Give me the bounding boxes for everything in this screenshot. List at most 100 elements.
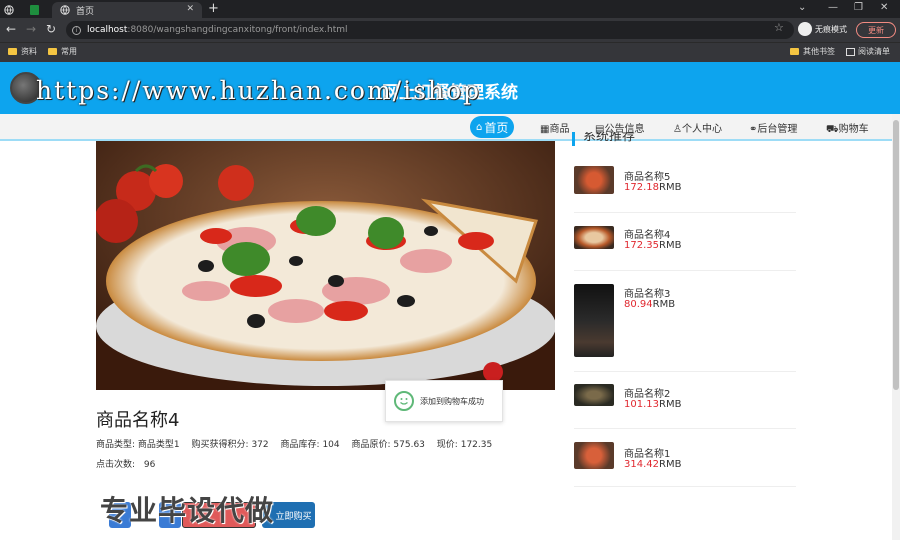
reading-list-icon: [846, 47, 855, 56]
profile-label: 无痕模式: [815, 24, 847, 34]
nav-label: 购物车: [838, 124, 869, 135]
product-image: [96, 141, 555, 390]
update-button[interactable]: 更新: [856, 22, 896, 38]
quantity-minus-button[interactable]: [109, 502, 131, 528]
browser-toolbar: ← → ↻ i localhost :8080/wangshangdingcan…: [0, 18, 900, 42]
meta-value: 172.35: [460, 440, 493, 450]
price-unit: RMB: [659, 459, 682, 470]
minimize-icon[interactable]: —: [828, 2, 838, 13]
site-header: 网上订餐管理系统: [0, 62, 900, 114]
nav-profile[interactable]: ♙个人中心: [673, 120, 722, 135]
url-host: localhost: [87, 25, 128, 35]
forward-icon[interactable]: →: [26, 23, 36, 35]
rec-name[interactable]: 商品名称2: [624, 385, 670, 400]
reading-list[interactable]: 阅读清单: [846, 46, 890, 57]
bookmark-label: 常用: [61, 47, 77, 56]
rec-item[interactable]: 商品名称4 172.35RMB: [574, 213, 796, 271]
nav-label: 首页: [484, 120, 509, 135]
home-icon: ⌂: [476, 121, 483, 133]
rec-thumbnail[interactable]: [574, 384, 614, 406]
price-unit: RMB: [659, 240, 682, 251]
buy-now-label: 立即购买: [275, 511, 312, 522]
meta-current-price: 现价: 172.35: [437, 440, 492, 450]
back-icon[interactable]: ←: [6, 23, 16, 35]
active-tab[interactable]: 首页 ✕: [52, 2, 202, 18]
page-scrollbar[interactable]: [892, 114, 900, 540]
close-tab-icon[interactable]: ✕: [186, 4, 194, 14]
price-value: 314.42: [624, 459, 659, 470]
add-to-cart-button[interactable]: [182, 502, 256, 528]
rec-thumbnail[interactable]: [574, 166, 614, 194]
nav-products[interactable]: ▦商品: [540, 120, 569, 135]
price-unit: RMB: [659, 399, 682, 410]
rec-item[interactable]: 商品名称1 314.42RMB: [574, 429, 796, 487]
rec-item[interactable]: 商品名称5 172.18RMB: [574, 160, 796, 213]
meta-label: 点击次数:: [96, 460, 136, 470]
user-icon: ♙: [673, 124, 682, 135]
meta-label: 现价:: [436, 440, 458, 450]
meta-value: 104: [322, 440, 340, 450]
meta-value: 商品类型1: [137, 440, 180, 450]
product-meta: 商品类型: 商品类型1 购买获得积分: 372 商品库存: 104 商品原价: …: [96, 437, 501, 450]
meta-value: 372: [251, 440, 269, 450]
rec-thumbnail[interactable]: [574, 226, 614, 249]
sidebar-title: 系统推荐: [572, 132, 635, 146]
rec-item[interactable]: 商品名称2 101.13RMB: [574, 372, 796, 429]
address-bar[interactable]: i localhost :8080/wangshangdingcanxitong…: [66, 21, 794, 39]
rec-name[interactable]: 商品名称3: [624, 285, 670, 300]
price-unit: RMB: [659, 182, 682, 193]
meta-points: 购买获得积分: 372: [192, 440, 269, 450]
cart-icon: ⛟: [826, 124, 839, 135]
main-nav: ⌂ 首页 ▦商品 ▤公告信息 ♙个人中心 ⚭后台管理 ⛟购物车: [0, 114, 892, 141]
bookmark-folder-changyong[interactable]: 常用: [48, 46, 77, 57]
nav-admin[interactable]: ⚭后台管理: [749, 120, 797, 135]
rec-thumbnail[interactable]: [574, 442, 614, 469]
incognito-icon: [798, 22, 812, 36]
nav-label: 商品: [549, 124, 570, 135]
meta-label: 商品类型:: [96, 440, 136, 450]
buy-now-button[interactable]: 立即购买: [262, 502, 315, 528]
bookmark-folder-ziliao[interactable]: 资料: [8, 46, 37, 57]
rec-name[interactable]: 商品名称5: [624, 168, 670, 183]
bookmark-folder-other[interactable]: 其他书签: [790, 46, 835, 57]
nav-label: 后台管理: [757, 124, 798, 135]
success-toast: 添加到购物车成功: [385, 380, 503, 422]
bookmark-label: 阅读清单: [858, 47, 890, 56]
product-name: 商品名称4: [96, 410, 180, 431]
bookmarks-bar: 资料 常用 其他书签 阅读清单: [0, 42, 900, 62]
price-value: 101.13: [624, 399, 659, 410]
site-title: 网上订餐管理系统: [382, 83, 518, 103]
close-window-icon[interactable]: ✕: [880, 2, 888, 13]
globe-icon: [4, 5, 14, 15]
meta-label: 购买获得积分:: [191, 440, 249, 450]
browser-tab-strip: 首页 ✕ + ⌄ — ❐ ✕: [0, 0, 900, 18]
incognito-profile[interactable]: 无痕模式: [798, 22, 847, 36]
globe-icon: [60, 5, 70, 15]
restore-icon[interactable]: ❐: [854, 2, 863, 13]
meta-clicks: 点击次数: 96: [96, 457, 155, 470]
meta-value: 575.63: [393, 440, 425, 450]
toast-message: 添加到购物车成功: [420, 396, 484, 406]
nav-label: 个人中心: [681, 124, 722, 135]
meta-value: 96: [143, 460, 156, 470]
bookmark-star-icon[interactable]: ☆: [774, 21, 784, 34]
nav-cart[interactable]: ⛟购物车: [826, 120, 869, 137]
rec-price: 80.94RMB: [624, 299, 675, 310]
meta-type: 商品类型: 商品类型1: [96, 440, 180, 450]
sheet-tab[interactable]: [30, 2, 48, 18]
quantity-plus-button[interactable]: [159, 502, 181, 528]
meta-label: 商品原价:: [351, 440, 391, 450]
info-icon: i: [72, 25, 81, 35]
price-value: 80.94: [624, 299, 653, 310]
rec-thumbnail[interactable]: [574, 284, 614, 357]
bookmark-label: 资料: [21, 47, 37, 56]
rec-name[interactable]: 商品名称4: [624, 226, 670, 241]
reload-icon[interactable]: ↻: [46, 23, 56, 35]
tab-search-icon[interactable]: ⌄: [798, 2, 806, 13]
rec-item[interactable]: 商品名称3 80.94RMB: [574, 271, 796, 372]
rec-name[interactable]: 商品名称1: [624, 445, 670, 460]
nav-home[interactable]: ⌂ 首页: [470, 116, 515, 138]
scroll-thumb[interactable]: [893, 120, 899, 390]
globe-tab[interactable]: [4, 2, 22, 18]
new-tab-icon[interactable]: +: [208, 1, 219, 16]
